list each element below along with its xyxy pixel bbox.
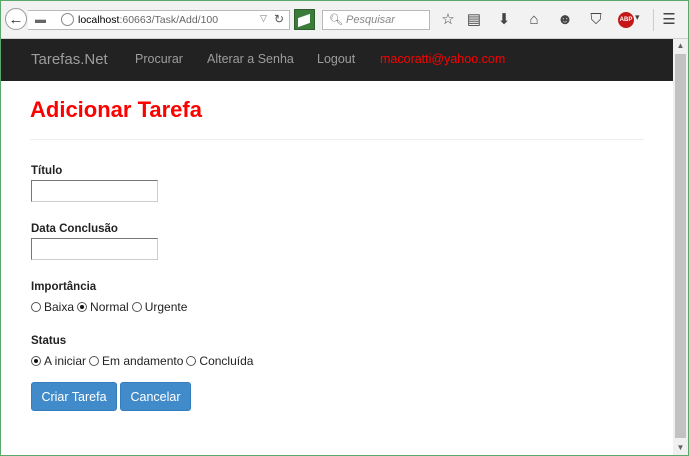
browser-window: ← ▬ localhost:60663/Task/Add/100 ▽ ↻ 🔍︎ … <box>0 0 689 456</box>
address-bar[interactable]: ▬ localhost:60663/Task/Add/100 ▽ ↻ <box>28 10 290 30</box>
url-dropdown-icon[interactable]: ▽ <box>260 13 267 24</box>
title-divider <box>30 139 644 140</box>
search-placeholder: Pesquisar <box>346 14 395 26</box>
search-box[interactable]: 🔍︎ Pesquisar <box>322 10 430 30</box>
reload-icon[interactable]: ↻ <box>274 12 284 26</box>
pocket-icon[interactable]: ⛉ <box>586 10 606 30</box>
url-host: localhost <box>78 14 120 26</box>
data-conclusao-label: Data Conclusão <box>31 223 118 235</box>
data-conclusao-input[interactable] <box>31 238 158 260</box>
navbar: Tarefas.Net Procurar Alterar a Senha Log… <box>1 39 673 81</box>
brand-link[interactable]: Tarefas.Net <box>31 51 108 68</box>
status-em-andamento-label[interactable]: Em andamento <box>102 354 183 368</box>
search-icon: 🔍︎ <box>329 14 343 26</box>
chat-icon[interactable]: ☻ <box>555 10 575 30</box>
nav-alterar-senha[interactable]: Alterar a Senha <box>207 52 294 66</box>
status-concluida-radio[interactable] <box>186 356 197 366</box>
page-title: Adicionar Tarefa <box>30 97 202 122</box>
toolbar-divider <box>653 9 654 31</box>
browser-toolbar: ← ▬ localhost:60663/Task/Add/100 ▽ ↻ 🔍︎ … <box>1 1 688 39</box>
status-em-andamento-radio[interactable] <box>89 356 100 366</box>
importancia-normal-label[interactable]: Normal <box>90 300 129 314</box>
importancia-radio-group: Baixa Normal Urgente <box>31 300 190 314</box>
globe-icon <box>61 13 74 26</box>
importancia-urgente-radio[interactable] <box>131 302 142 312</box>
importancia-baixa-radio[interactable] <box>31 302 41 312</box>
importancia-normal-radio[interactable] <box>77 302 88 312</box>
criar-tarefa-button[interactable]: Criar Tarefa <box>31 382 117 411</box>
scrollbar-thumb[interactable] <box>675 54 686 438</box>
download-icon[interactable]: ⬇ <box>494 10 514 30</box>
status-label: Status <box>31 335 67 347</box>
importancia-label: Importância <box>31 281 97 293</box>
status-concluida-label[interactable]: Concluída <box>199 354 253 368</box>
nav-user-email[interactable]: macoratti@yahoo.com <box>380 52 505 66</box>
extension-icon[interactable] <box>294 9 315 30</box>
nav-procurar[interactable]: Procurar <box>135 52 183 66</box>
scroll-down-icon[interactable]: ▼ <box>673 441 688 455</box>
home-icon[interactable]: ⌂ <box>524 10 544 30</box>
bookmark-star-icon[interactable]: ☆ <box>438 10 458 30</box>
back-button[interactable]: ← <box>5 8 27 30</box>
adblock-dropdown-icon[interactable]: ▾ <box>635 12 640 23</box>
scroll-up-icon[interactable]: ▲ <box>673 39 688 53</box>
menu-icon[interactable]: ☰ <box>659 10 679 30</box>
vertical-scrollbar[interactable]: ▲ ▼ <box>673 39 688 455</box>
nav-logout[interactable]: Logout <box>317 52 355 66</box>
titulo-input[interactable] <box>31 180 158 202</box>
page-icon: ▬ <box>35 14 46 26</box>
url-text: localhost:60663/Task/Add/100 <box>78 14 218 26</box>
status-a-iniciar-label[interactable]: A iniciar <box>44 354 86 368</box>
main-content: Adicionar Tarefa Título Data Conclusão I… <box>1 81 673 455</box>
importancia-urgente-label[interactable]: Urgente <box>145 300 188 314</box>
url-path: :60663/Task/Add/100 <box>119 14 219 26</box>
titulo-label: Título <box>31 165 63 177</box>
importancia-baixa-label[interactable]: Baixa <box>44 300 74 314</box>
status-radio-group: A iniciar Em andamento Concluída <box>31 354 256 368</box>
cancelar-button[interactable]: Cancelar <box>120 382 191 411</box>
reading-list-icon[interactable]: ▤ <box>464 10 484 30</box>
status-a-iniciar-radio[interactable] <box>31 356 41 366</box>
adblock-icon[interactable]: ABP <box>618 12 634 28</box>
